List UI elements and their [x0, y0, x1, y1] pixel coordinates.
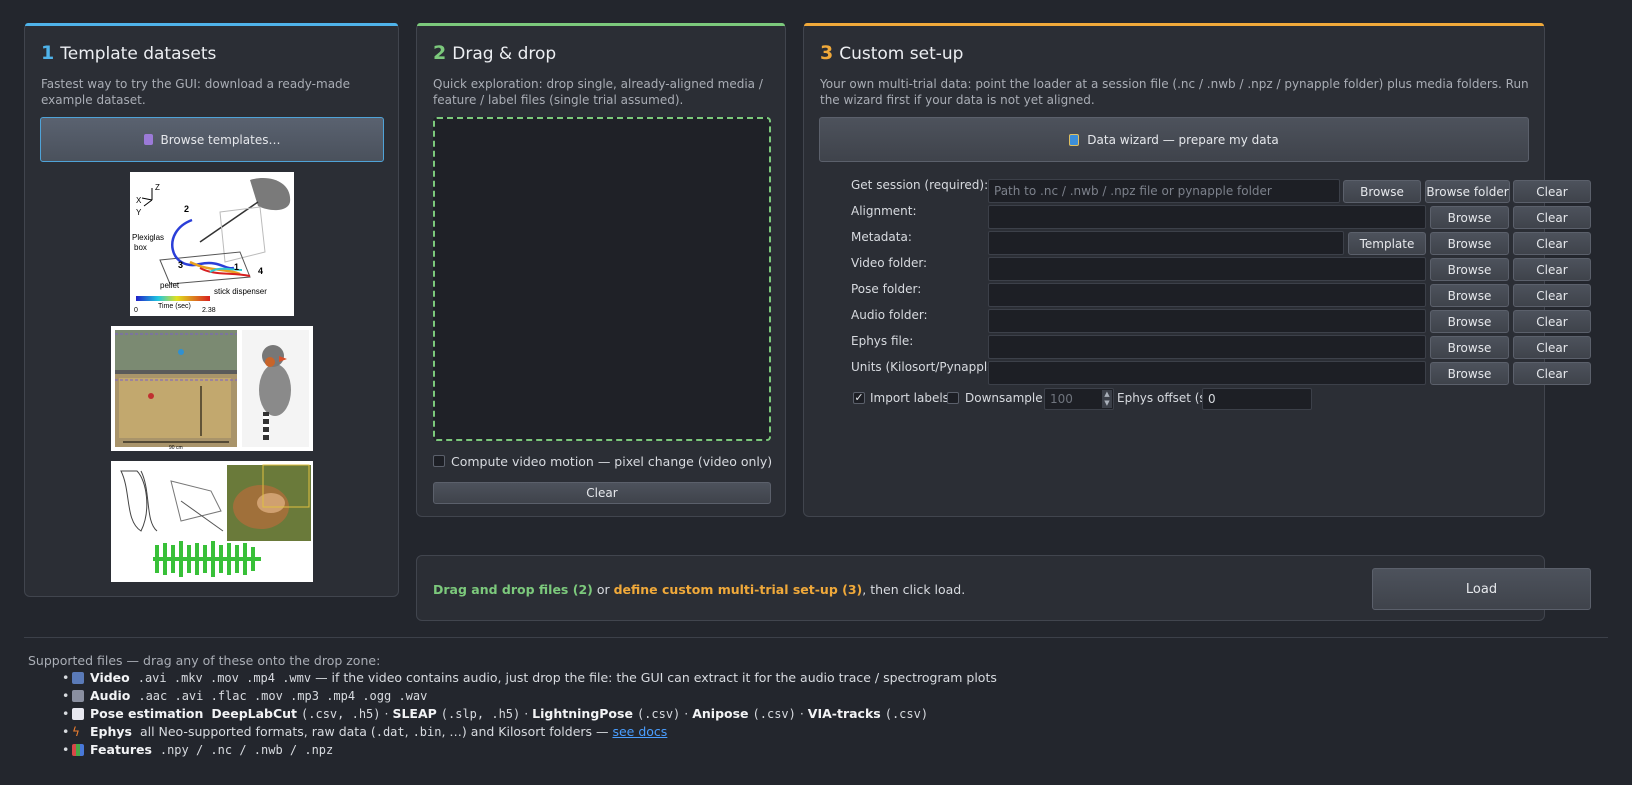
template-thumbnail-reaching[interactable]: Z X Y 2 Plexiglas box 3 1 4 pellet stick…: [130, 172, 294, 316]
pose-folder-browse-button[interactable]: Browse: [1430, 284, 1509, 307]
clear-drop-button[interactable]: Clear: [433, 482, 771, 504]
panel-title: 2 Drag & drop: [433, 42, 557, 64]
supported-files-list: Video .avi .mkv .mov .mp4 .wmv — if the …: [62, 669, 997, 759]
scale-label: 90 cm: [169, 445, 183, 451]
supported-files-heading: Supported files — drag any of these onto…: [28, 653, 381, 668]
pose-folder-clear-button[interactable]: Clear: [1513, 284, 1591, 307]
alignment-input[interactable]: [988, 205, 1426, 229]
session-clear-button[interactable]: Clear: [1513, 180, 1591, 203]
audio-folder-input[interactable]: [988, 309, 1426, 333]
session-browse-button[interactable]: Browse: [1343, 180, 1421, 203]
video-folder-input[interactable]: [988, 257, 1426, 281]
point-label: 2: [184, 204, 189, 214]
metadata-clear-button[interactable]: Clear: [1513, 232, 1591, 255]
alignment-browse-button[interactable]: Browse: [1430, 206, 1509, 229]
list-item-audio: Audio .aac .avi .flac .mov .mp3 .mp4 .og…: [62, 687, 997, 705]
compute-motion-label: Compute video motion — pixel change (vid…: [451, 454, 773, 469]
point-label: 4: [258, 266, 263, 276]
session-label: Get session (required):: [851, 178, 989, 192]
speaker-icon: [72, 690, 84, 702]
load-bar: Drag and drop files (2) or define custom…: [416, 555, 1591, 621]
point-label: 1: [234, 262, 239, 272]
ephys-offset-label: Ephys offset (s):: [1117, 391, 1215, 405]
ephys-file-clear-button[interactable]: Clear: [1513, 336, 1591, 359]
audio-folder-clear-button[interactable]: Clear: [1513, 310, 1591, 333]
load-button[interactable]: Load: [1372, 568, 1591, 610]
video-folder-clear-button[interactable]: Clear: [1513, 258, 1591, 281]
spinbox-arrows-icon[interactable]: ▲ ▼: [1102, 390, 1112, 408]
metadata-template-button[interactable]: Template: [1348, 232, 1426, 255]
wizard-icon: [1069, 133, 1080, 146]
insect-audio-image: [120, 464, 311, 577]
audio-folder-browse-button[interactable]: Browse: [1430, 310, 1509, 333]
ephys-file-browse-button[interactable]: Browse: [1430, 336, 1509, 359]
metadata-browse-button[interactable]: Browse: [1430, 232, 1509, 255]
ephys-offset-input[interactable]: 0: [1202, 388, 1312, 410]
load-instructions: Drag and drop files (2) or define custom…: [433, 582, 966, 597]
box-label: Plexiglas: [132, 233, 164, 242]
data-wizard-button[interactable]: Data wizard — prepare my data: [819, 117, 1529, 162]
lightning-icon: ϟ: [72, 725, 80, 739]
metadata-input[interactable]: [988, 231, 1344, 255]
panel-title: 1 Template datasets: [41, 42, 217, 64]
chart-up-icon: [72, 708, 84, 720]
panel-accent-bar: [25, 23, 398, 26]
downsample-label: Downsample:: [965, 391, 1047, 405]
divider: [24, 637, 1608, 638]
compute-motion-checkbox[interactable]: [433, 455, 445, 467]
axis-label: Z: [155, 183, 160, 192]
ephys-file-label: Ephys file:: [851, 334, 914, 348]
axis-label: X: [136, 196, 142, 205]
import-labels-checkbox[interactable]: ✓: [853, 392, 865, 404]
template-thumbnail-songbird[interactable]: 90 cm: [111, 326, 313, 451]
list-item-ephys: ϟ Ephys all Neo-supported formats, raw d…: [62, 723, 997, 741]
list-item-features: Features .npy / .nc / .nwb / .npz: [62, 741, 997, 759]
metadata-label: Metadata:: [851, 230, 912, 244]
drop-zone[interactable]: [433, 117, 771, 441]
box-label: box: [134, 243, 147, 252]
template-icon: [143, 134, 153, 145]
template-datasets-panel: 1 Template datasets Fastest way to try th…: [24, 23, 399, 597]
list-item-video: Video .avi .mkv .mov .mp4 .wmv — if the …: [62, 669, 997, 687]
pose-folder-label: Pose folder:: [851, 282, 922, 296]
axis-label: Y: [136, 208, 142, 217]
downsample-checkbox[interactable]: [947, 392, 959, 404]
pellet-label: pellet: [160, 281, 180, 290]
video-icon: [72, 672, 84, 684]
ephys-file-input[interactable]: [988, 335, 1426, 359]
point-label: 3: [178, 260, 183, 270]
pose-folder-input[interactable]: [988, 283, 1426, 307]
units-input[interactable]: [988, 361, 1426, 385]
panel-description: Fastest way to try the GUI: download a r…: [41, 77, 351, 107]
units-browse-button[interactable]: Browse: [1430, 362, 1509, 385]
songbird-arena-image: 90 cm: [115, 330, 309, 451]
see-docs-link[interactable]: see docs: [612, 724, 667, 739]
panel-accent-bar: [417, 23, 785, 26]
colorbar-min: 0: [134, 307, 138, 314]
list-item-pose: Pose estimation DeepLabCut (.csv, .h5) ·…: [62, 705, 997, 723]
session-path-input[interactable]: Path to .nc / .nwb / .npz file or pynapp…: [988, 179, 1340, 203]
colorbar-max: 2.38: [202, 307, 216, 314]
colorbar-label: Time (sec): [158, 303, 191, 310]
panel-description: Quick exploration: drop single, already-…: [433, 77, 763, 107]
template-thumbnail-insect[interactable]: [111, 461, 313, 582]
session-browse-folder-button[interactable]: Browse folder: [1425, 180, 1510, 203]
units-label: Units (Kilosort/Pynapple):: [851, 360, 1004, 374]
panel-title: 3 Custom set-up: [820, 42, 964, 64]
video-folder-browse-button[interactable]: Browse: [1430, 258, 1509, 281]
alignment-clear-button[interactable]: Clear: [1513, 206, 1591, 229]
browse-templates-button[interactable]: Browse templates…: [40, 117, 384, 162]
panel-accent-bar: [804, 23, 1544, 26]
audio-folder-label: Audio folder:: [851, 308, 928, 322]
import-labels-label: Import labels: [870, 391, 949, 405]
video-folder-label: Video folder:: [851, 256, 928, 270]
drag-drop-panel: 2 Drag & drop Quick exploration: drop sin…: [416, 23, 786, 517]
bar-chart-icon: [72, 744, 84, 756]
units-clear-button[interactable]: Clear: [1513, 362, 1591, 385]
dispenser-label: stick dispenser: [214, 287, 267, 296]
reaching-diagram: Z X Y 2 Plexiglas box 3 1 4 pellet stick…: [132, 178, 291, 314]
panel-description: Your own multi-trial data: point the loa…: [820, 77, 1529, 107]
alignment-label: Alignment:: [851, 204, 917, 218]
